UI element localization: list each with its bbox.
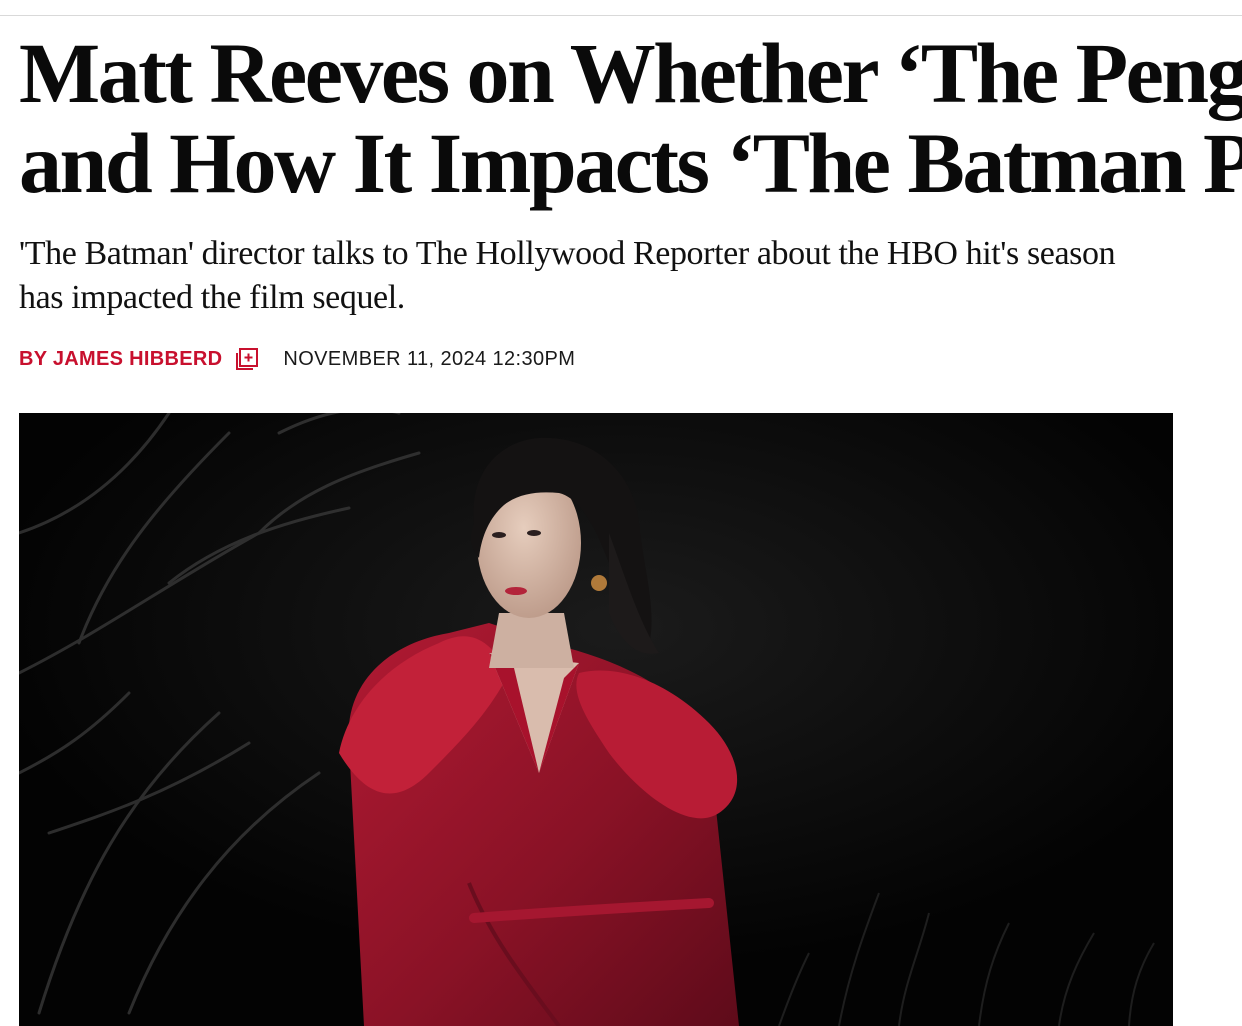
follow-author-icon[interactable] [235, 347, 259, 371]
hero-photo-illustration [19, 413, 1173, 1026]
author-link[interactable]: BY JAMES HIBBERD [19, 348, 222, 371]
article-dek: 'The Batman' director talks to The Holly… [19, 232, 1116, 320]
article-headline: Matt Reeves on Whether ‘The Penguin’ and… [19, 28, 1242, 208]
article-page: Matt Reeves on Whether ‘The Penguin’ and… [0, 0, 1242, 1026]
publish-timestamp: NOVEMBER 11, 2024 12:30PM [283, 347, 576, 370]
headline-line-1: Matt Reeves on Whether ‘The Penguin’ [19, 25, 1242, 121]
dek-line-2: has impacted the film sequel. [19, 279, 405, 316]
dek-line-1: 'The Batman' director talks to The Holly… [19, 235, 1116, 272]
top-divider [0, 15, 1242, 16]
headline-line-2: and How It Impacts ‘The Batman Part II’ [19, 115, 1242, 211]
byline: BY JAMES HIBBERD NOVEMBER 11, 2024 12:30… [19, 344, 575, 374]
hero-image [19, 413, 1173, 1026]
